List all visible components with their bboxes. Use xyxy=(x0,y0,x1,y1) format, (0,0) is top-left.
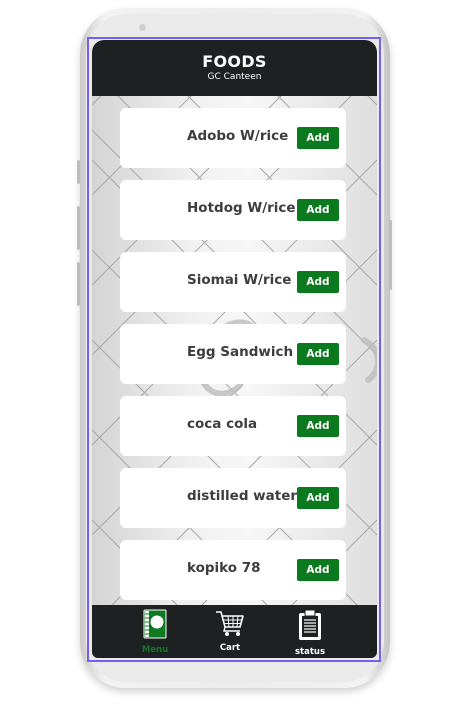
food-card: Adobo W/rice Add xyxy=(120,108,346,168)
food-card: distilled water Add xyxy=(120,468,346,528)
page-title: FOODS xyxy=(202,52,267,71)
add-button[interactable]: Add xyxy=(297,271,339,293)
food-name: Adobo W/rice xyxy=(187,128,289,144)
add-button[interactable]: Add xyxy=(297,199,339,221)
add-button[interactable]: Add xyxy=(297,127,339,149)
add-button[interactable]: Add xyxy=(297,559,339,581)
food-card: Siomai W/rice Add xyxy=(120,252,346,312)
clipboard-icon xyxy=(299,609,321,640)
nav-status-label: status xyxy=(294,647,326,657)
add-button[interactable]: Add xyxy=(297,343,339,365)
food-list: Adobo W/rice Add Hotdog W/rice Add Sioma… xyxy=(120,108,346,612)
app-screen[interactable]: FOODS GC Canteen Adobo W/rice Add Hotdog… xyxy=(92,40,377,658)
side-button-left-1 xyxy=(77,160,80,184)
nav-cart[interactable]: Cart xyxy=(200,609,260,653)
food-name: Egg Sandwich xyxy=(187,344,294,360)
side-button-left-3 xyxy=(77,262,80,306)
side-button-left-2 xyxy=(77,206,80,250)
food-name: Hotdog W/rice xyxy=(187,200,296,216)
add-button[interactable]: Add xyxy=(297,415,339,437)
food-name: coca cola xyxy=(187,416,258,432)
camera-dot xyxy=(139,24,146,31)
nav-cart-label: Cart xyxy=(219,643,241,653)
menu-book-icon xyxy=(143,609,167,639)
food-card: Hotdog W/rice Add xyxy=(120,180,346,240)
nav-menu-label: Menu xyxy=(141,645,169,655)
side-button-right xyxy=(389,220,392,290)
food-card: Egg Sandwich Add xyxy=(120,324,346,384)
food-name: Siomai W/rice xyxy=(187,272,292,288)
nav-status[interactable]: status xyxy=(280,609,340,657)
app-header: FOODS GC Canteen xyxy=(92,40,377,96)
food-card: kopiko 78 Add xyxy=(120,540,346,600)
bottom-nav: Menu Cart status xyxy=(92,605,377,658)
food-name: distilled water xyxy=(187,488,298,504)
add-button[interactable]: Add xyxy=(297,487,339,509)
page-subtitle: GC Canteen xyxy=(207,72,262,82)
nav-menu[interactable]: Menu xyxy=(125,609,185,655)
food-card: coca cola Add xyxy=(120,396,346,456)
cart-icon xyxy=(216,611,244,636)
food-name: kopiko 78 xyxy=(187,560,261,576)
